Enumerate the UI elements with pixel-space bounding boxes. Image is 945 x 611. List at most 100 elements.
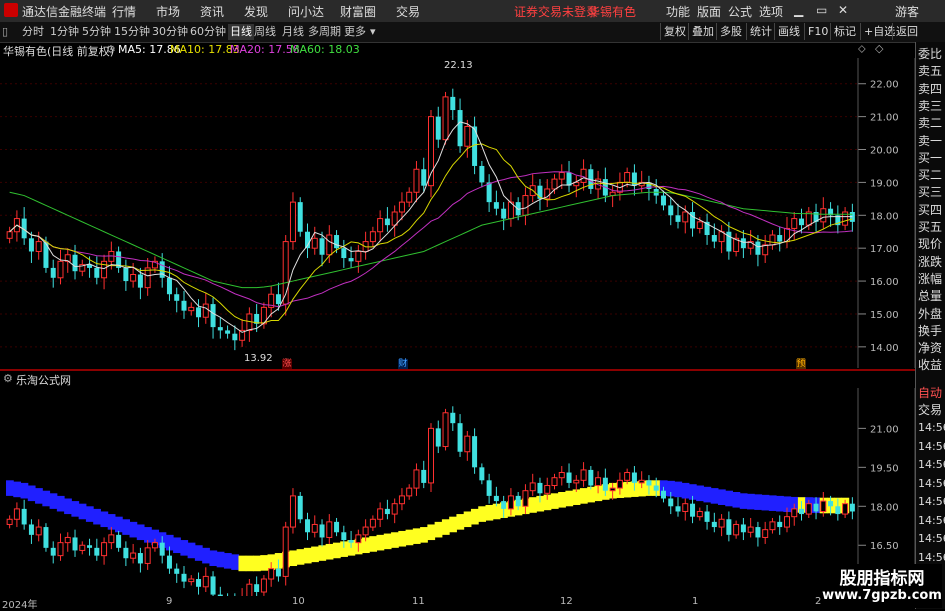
close-icon[interactable]: ✕ [838, 3, 848, 17]
menu-options[interactable]: 选项 [759, 3, 783, 20]
candle-body [435, 116, 441, 140]
candle-body [174, 294, 180, 301]
y-tick-label: 14.00 [870, 343, 899, 354]
tab-5min[interactable]: 5分钟 [82, 24, 111, 40]
trend-band-segment [122, 519, 131, 535]
expand-icon[interactable]: ⬦ [858, 42, 866, 56]
candle-body [28, 524, 34, 535]
candle-body [137, 274, 143, 288]
x-label: 11 [412, 596, 425, 607]
candle-body [595, 477, 602, 487]
side-label: 卖五 [918, 64, 943, 79]
tab-60min[interactable]: 60分钟 [190, 24, 226, 40]
candle-body [319, 238, 325, 255]
tab-15min[interactable]: 15分钟 [114, 24, 150, 40]
side-label: 买三 [918, 185, 943, 200]
login-notice[interactable]: 证券交易未登录 [514, 3, 598, 20]
candle-body [493, 495, 499, 502]
candle-body [537, 482, 543, 494]
candle-body [275, 294, 281, 305]
y-tick-label: 18.00 [870, 211, 899, 222]
candle-body [246, 583, 253, 596]
candle-body [282, 526, 289, 577]
candle-body [828, 501, 834, 507]
draw-line-button[interactable]: 画线 [774, 23, 803, 40]
menu-market-quote[interactable]: 行情 [112, 3, 136, 20]
tab-intraday[interactable]: 分时 [22, 24, 44, 40]
sub-chart-title: 乐淘公式网 [16, 374, 71, 387]
tab-30min[interactable]: 30分钟 [152, 24, 188, 40]
candle-body [232, 333, 238, 341]
candle-body [726, 519, 732, 535]
trade-button[interactable]: 交易 [918, 402, 942, 418]
candle-body [682, 211, 689, 223]
menu-trade[interactable]: 交易 [396, 3, 420, 20]
candle-body [6, 231, 13, 239]
tab-monthly[interactable]: 月线 [282, 24, 304, 40]
tab-more[interactable]: 更多 [344, 24, 366, 40]
tab-multi-period[interactable]: 多周期 [308, 24, 341, 40]
trend-band-segment [318, 545, 327, 561]
menu-function[interactable]: 功能 [666, 3, 690, 20]
back-button[interactable]: 返回 [892, 23, 921, 40]
menu-wealth[interactable]: 财富圈 [340, 3, 376, 20]
candle-body [144, 547, 151, 564]
candle-body [711, 235, 717, 242]
app-logo-icon [4, 3, 18, 17]
side-label: 卖二 [918, 116, 943, 131]
menu-market[interactable]: 市场 [156, 3, 180, 20]
candle-body [646, 480, 652, 486]
tab-1min[interactable]: 1分钟 [50, 24, 79, 40]
candle-body [297, 495, 303, 520]
candle-body [254, 584, 260, 592]
toggle-icon[interactable]: ▯ [2, 24, 8, 40]
mark-button[interactable]: 标记 [830, 23, 859, 40]
candlestick-chart[interactable]: 22.00 21.00 20.00 19.00 18.00 17.00 16.00 15.00… [0, 58, 915, 368]
chart-title: 华锡有色(日线 前复权) [3, 45, 115, 58]
candle-body [740, 238, 746, 249]
candle-body [406, 487, 413, 497]
trend-band-segment [747, 493, 755, 510]
trend-band-segment [245, 555, 254, 572]
tab-weekly[interactable]: 周线 [254, 24, 276, 40]
candle-body [755, 527, 761, 538]
settings-gear-icon[interactable]: ⚙ [106, 43, 116, 56]
menu-layout[interactable]: 版面 [697, 3, 721, 20]
restore-icon[interactable]: ▭ [816, 3, 827, 17]
candle-body [57, 542, 64, 557]
menu-news[interactable]: 资讯 [200, 3, 224, 20]
more-icon[interactable]: ◇ [875, 42, 883, 55]
trend-band-segment [100, 511, 109, 528]
candle-body [268, 568, 275, 580]
auto-trade-button[interactable]: 自动 [918, 385, 942, 401]
trend-band-segment [427, 524, 436, 541]
multi-stock-button[interactable]: 多股 [716, 23, 745, 40]
menu-discover[interactable]: 发现 [244, 3, 268, 20]
settings-gear-icon[interactable]: ⚙ [3, 372, 13, 385]
trend-band-segment [776, 495, 784, 512]
trend-band-segment [56, 495, 65, 512]
candle-body [842, 503, 849, 515]
menu-formula[interactable]: 公式 [728, 3, 752, 20]
overlay-button[interactable]: 叠加 [688, 23, 717, 40]
guest-label[interactable]: 游客 [895, 3, 919, 20]
candle-body [660, 490, 666, 499]
candle-body [544, 485, 551, 494]
f10-button[interactable]: F10 [804, 23, 831, 40]
chevron-down-icon[interactable]: ▾ [370, 24, 376, 40]
candle-body [777, 521, 783, 528]
statistics-button[interactable]: 统计 [746, 23, 775, 40]
tab-daily[interactable]: 日线 [228, 24, 254, 40]
trend-band-segment [20, 482, 29, 499]
trend-band-segment [129, 521, 138, 538]
candle-body [442, 96, 449, 141]
candle-body [326, 234, 333, 256]
candle-body [791, 508, 798, 518]
side-label: 卖四 [918, 81, 943, 96]
candle-body [130, 552, 137, 559]
candle-body [72, 537, 78, 551]
formula-indicator-chart[interactable]: 21.0019.5018.0016.5015.00 [0, 388, 915, 596]
minimize-icon[interactable]: ▁ [794, 3, 803, 17]
adjust-button[interactable]: 复权 [660, 23, 689, 40]
menu-ask[interactable]: 问小达 [288, 3, 324, 20]
